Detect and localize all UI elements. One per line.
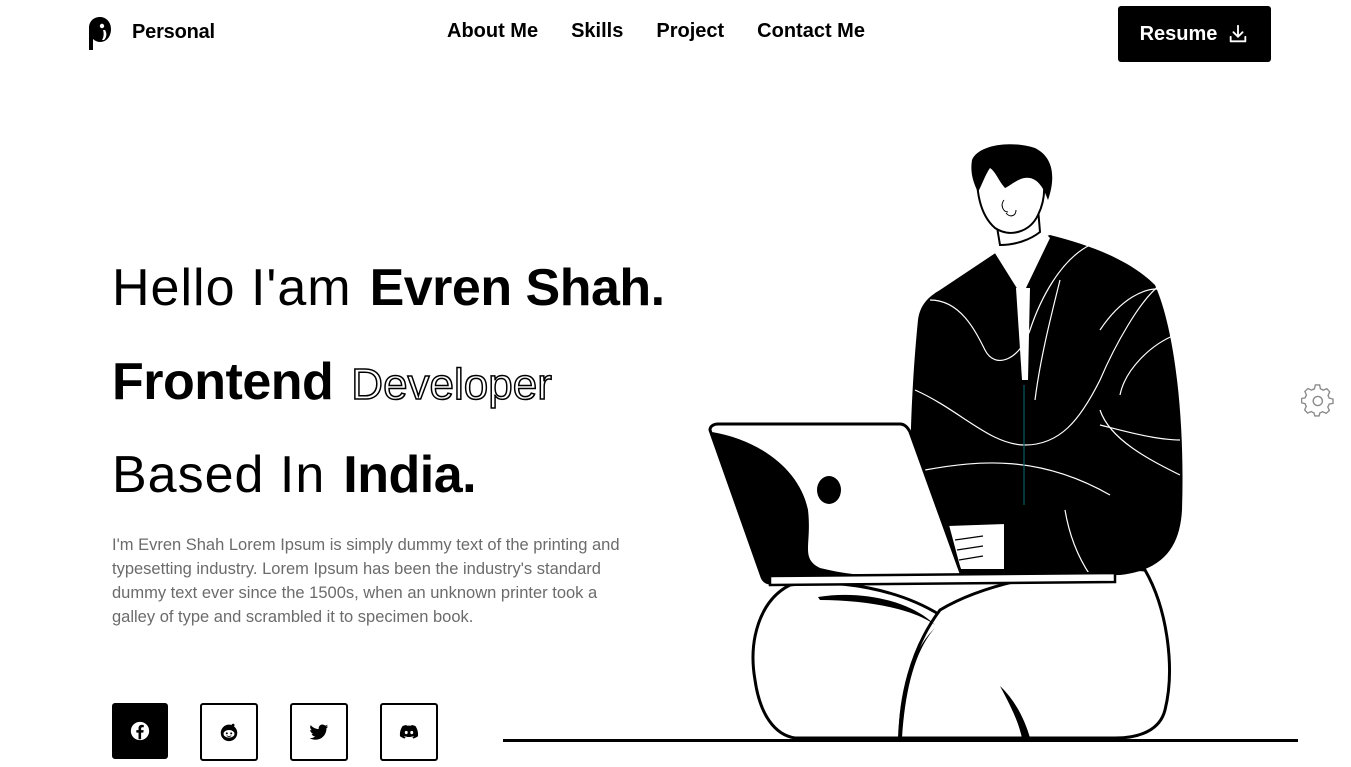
resume-button[interactable]: Resume (1118, 6, 1271, 62)
developer-illustration (503, 144, 1298, 742)
nav-link-project[interactable]: Project (656, 20, 724, 43)
gear-icon[interactable] (1301, 384, 1335, 418)
facebook-icon (130, 721, 150, 741)
brand-name[interactable]: Personal (132, 21, 215, 44)
discord-button[interactable] (380, 703, 438, 761)
facebook-button[interactable] (112, 703, 168, 759)
main-menu: About Me Skills Project Contact Me (447, 20, 865, 43)
nav-link-skills[interactable]: Skills (571, 20, 623, 43)
reddit-button[interactable] (200, 703, 258, 761)
nav-link-about[interactable]: About Me (447, 20, 538, 43)
nav-link-contact[interactable]: Contact Me (757, 20, 865, 43)
hero-role: Frontend Developer (112, 353, 553, 411)
navbar: Personal About Me Skills Project Contact… (0, 0, 1351, 68)
hero-role-primary: Frontend (112, 353, 334, 411)
hero-location-text: Based In (112, 446, 326, 504)
hero-greeting-text: Hello I'am (112, 259, 352, 317)
hero-country: India. (343, 446, 477, 504)
reddit-icon (220, 723, 238, 742)
penguin-logo-icon[interactable] (88, 16, 112, 52)
twitter-icon (309, 724, 329, 740)
discord-icon (399, 724, 419, 739)
hero-location: Based In India. (112, 446, 477, 504)
twitter-button[interactable] (290, 703, 348, 761)
resume-label: Resume (1139, 22, 1218, 45)
download-icon (1230, 24, 1247, 43)
